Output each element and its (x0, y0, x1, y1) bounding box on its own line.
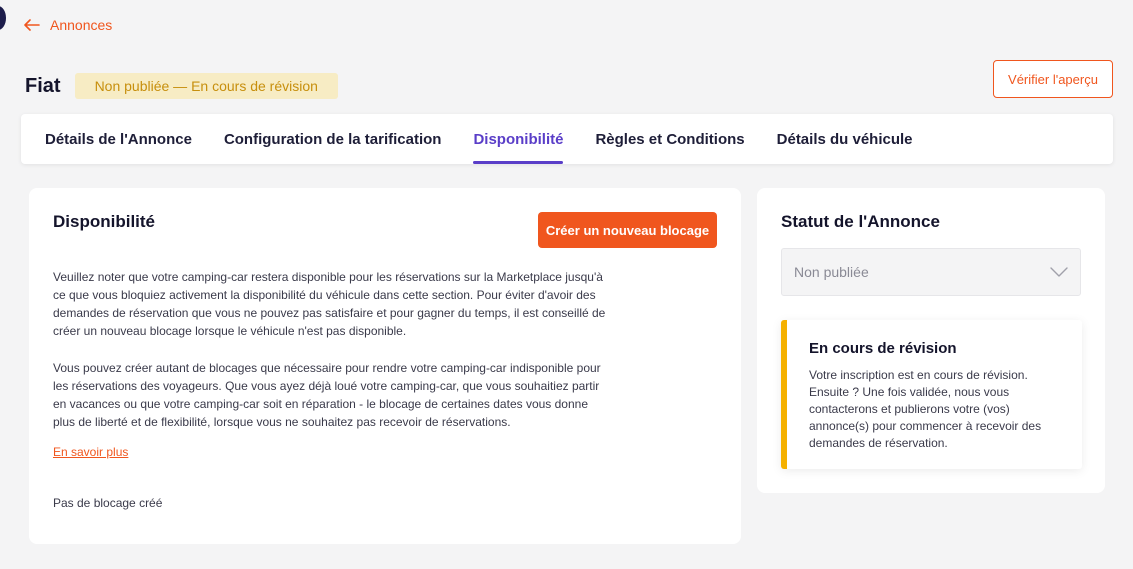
empty-state-text: Pas de blocage créé (53, 496, 163, 510)
availability-card: Disponibilité Créer un nouveau blocage V… (29, 188, 741, 544)
page-title: Fiat (25, 74, 61, 97)
back-link[interactable]: Annonces (24, 17, 112, 33)
status-badge: Non publiée — En cours de révision (74, 73, 338, 99)
verify-preview-button[interactable]: Vérifier l'aperçu (993, 60, 1113, 98)
tab-vehicle-details[interactable]: Détails du véhicule (777, 114, 913, 164)
page: Annonces Fiat Non publiée — En cours de … (0, 0, 1133, 569)
tab-pricing-configuration[interactable]: Configuration de la tarification (224, 114, 442, 164)
tab-listing-details[interactable]: Détails de l'Annonce (45, 114, 192, 164)
tabs-bar: Détails de l'Annonce Configuration de la… (21, 114, 1113, 164)
listing-status-card: Statut de l'Annonce Non publiée En cours… (757, 188, 1105, 493)
availability-paragraph-1: Veuillez noter que votre camping-car res… (53, 270, 606, 338)
review-notice-title: En cours de révision (809, 340, 957, 357)
learn-more-link[interactable]: En savoir plus (53, 445, 128, 459)
review-notice: En cours de révision Votre inscription e… (781, 320, 1082, 469)
tab-availability[interactable]: Disponibilité (473, 114, 564, 164)
status-select[interactable]: Non publiée (781, 248, 1081, 296)
status-select-value: Non publiée (794, 264, 869, 280)
arrow-left-icon (24, 19, 40, 31)
avatar-edge (0, 6, 6, 30)
back-link-label: Annonces (50, 17, 113, 33)
availability-paragraph-2: Vous pouvez créer autant de blocages que… (53, 361, 601, 429)
create-block-button[interactable]: Créer un nouveau blocage (538, 212, 717, 248)
chevron-down-icon (1050, 267, 1068, 277)
listing-status-title: Statut de l'Annonce (781, 212, 940, 231)
title-row: Fiat Non publiée — En cours de révision (25, 73, 338, 99)
tab-rules-conditions[interactable]: Règles et Conditions (595, 114, 744, 164)
review-notice-text: Votre inscription est en cours de révisi… (809, 368, 1042, 450)
